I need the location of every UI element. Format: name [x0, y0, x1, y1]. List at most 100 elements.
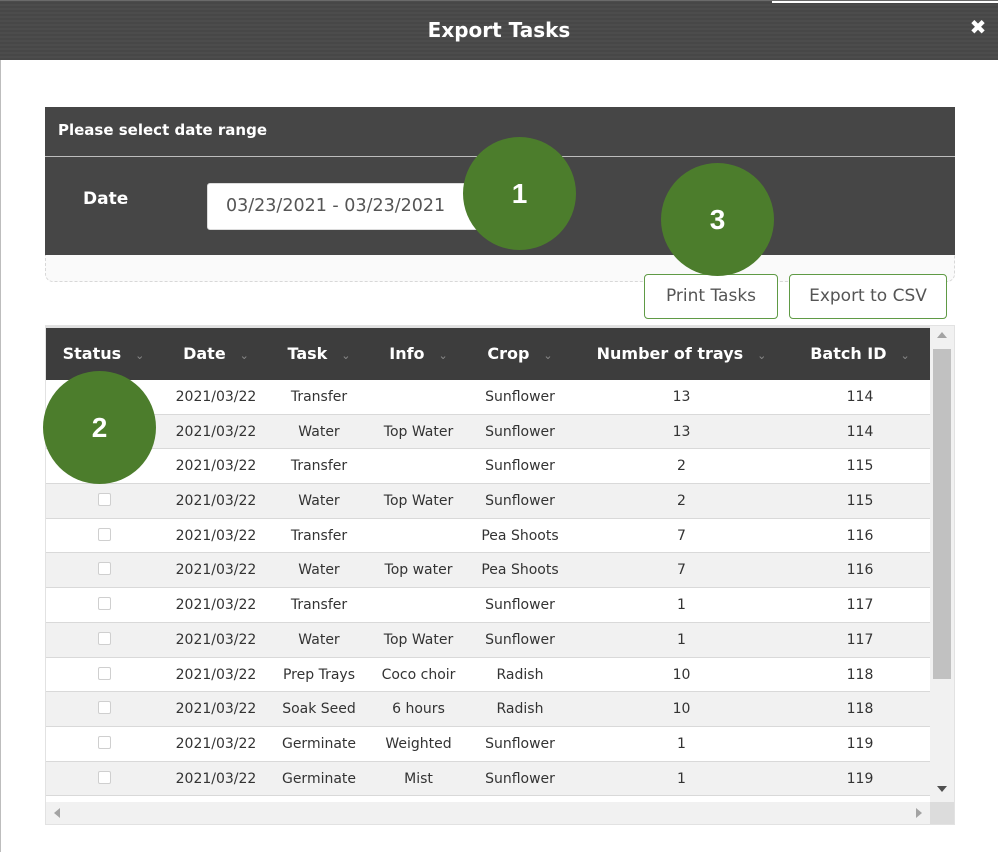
horizontal-scrollbar[interactable]	[46, 802, 930, 824]
date-cell: 2021/03/22	[175, 631, 257, 648]
batch-cell: 116	[846, 527, 874, 544]
date-cell: 2021/03/22	[175, 770, 257, 787]
info-cell: Coco choir	[381, 666, 456, 683]
task-cell: Water	[298, 562, 340, 579]
table-row: 2021/03/22 Germinate Weighted Sunflower …	[46, 727, 930, 762]
trays-cell: 13	[672, 423, 691, 440]
crop-cell: Sunflower	[485, 735, 555, 752]
table-row: 2021/03/22 Water Top Water Sunflower 1 1…	[46, 622, 930, 658]
batch-cell: 117	[846, 597, 874, 614]
print-tasks-button[interactable]: Print Tasks	[644, 274, 778, 319]
column-header-label: Batch ID	[810, 344, 887, 363]
titlebar-gap	[772, 1, 998, 3]
status-checkbox[interactable]	[98, 770, 111, 784]
chevron-down-icon[interactable]: ⌄	[543, 349, 552, 362]
scroll-thumb[interactable]	[933, 349, 951, 679]
column-header-date[interactable]: Date ⌄	[161, 328, 271, 380]
task-cell: Transfer	[290, 458, 348, 475]
scrollbar-corner	[930, 802, 954, 824]
date-cell: 2021/03/22	[175, 423, 257, 440]
date-cell: 2021/03/22	[175, 701, 257, 718]
step-marker-3: 3	[661, 163, 774, 276]
crop-cell: Sunflower	[485, 389, 555, 405]
status-checkbox[interactable]	[98, 493, 111, 507]
chevron-down-icon[interactable]: ⌄	[757, 349, 766, 362]
table-row: 2021/03/22 Prep Trays Coco choir Radish …	[46, 658, 930, 693]
chevron-down-icon[interactable]: ⌄	[901, 349, 910, 362]
trays-cell: 1	[677, 770, 686, 787]
info-cell	[367, 380, 470, 414]
crop-cell: Pea Shoots	[481, 527, 559, 544]
column-header-crop[interactable]: Crop ⌄	[470, 328, 570, 380]
step-marker-1: 1	[463, 137, 576, 250]
column-header-batch-id[interactable]: Batch ID ⌄	[793, 328, 927, 380]
trays-cell: 1	[677, 735, 686, 752]
tasks-grid: Status ⌄ Date ⌄ Task ⌄ Info ⌄ Crop ⌄ Number o…	[45, 325, 955, 825]
scroll-up-icon[interactable]	[937, 332, 947, 338]
column-header-info[interactable]: Info ⌄	[367, 328, 470, 380]
table-row: 2021/03/22 Transfer Pea Shoots 7 116	[46, 519, 930, 554]
chevron-down-icon[interactable]: ⌄	[135, 349, 144, 362]
scroll-left-icon[interactable]	[54, 808, 60, 818]
trays-cell: 10	[672, 666, 691, 683]
chevron-down-icon[interactable]: ⌄	[240, 349, 249, 362]
date-cell: 2021/03/22	[175, 735, 257, 752]
table-row: 2021/03/22 Germinate Mist Sunflower 1 11…	[46, 761, 930, 797]
scroll-down-icon[interactable]	[937, 786, 947, 792]
date-range-input[interactable]: 03/23/2021 - 03/23/2021	[207, 183, 507, 230]
info-cell: Top Water	[383, 631, 454, 648]
crop-cell: Sunflower	[485, 423, 555, 440]
status-checkbox[interactable]	[98, 666, 111, 680]
task-cell: Transfer	[290, 597, 348, 614]
trays-cell: 13	[672, 389, 691, 405]
trays-cell: 10	[672, 701, 691, 718]
status-checkbox[interactable]	[98, 631, 111, 645]
task-cell: Germinate	[281, 735, 357, 752]
batch-cell: 119	[846, 735, 874, 752]
column-header-label: Status	[62, 344, 122, 363]
column-header-number-of-trays[interactable]: Number of trays ⌄	[570, 328, 793, 380]
dialog-title: Export Tasks	[427, 18, 571, 42]
trays-cell: 7	[677, 562, 686, 579]
status-checkbox[interactable]	[98, 701, 111, 715]
chevron-down-icon[interactable]: ⌄	[439, 349, 448, 362]
column-header-label: Info	[389, 344, 425, 363]
crop-cell: Radish	[496, 666, 544, 683]
vertical-scrollbar[interactable]	[930, 326, 954, 802]
trays-cell: 7	[677, 527, 686, 544]
crop-cell: Sunflower	[485, 493, 555, 510]
task-cell: Soak Seed	[282, 701, 356, 718]
table-row: 2021/03/22 Water Top Water Sunflower 13 …	[46, 414, 930, 450]
info-cell: Weighted	[385, 735, 452, 752]
info-cell	[367, 519, 470, 553]
close-icon[interactable]: ✖	[968, 15, 988, 39]
status-checkbox[interactable]	[98, 562, 111, 576]
date-cell: 2021/03/22	[175, 666, 257, 683]
batch-cell: 115	[846, 458, 874, 475]
batch-cell: 119	[846, 770, 874, 787]
column-header-label: Date	[183, 344, 226, 363]
export-csv-button[interactable]: Export to CSV	[789, 274, 947, 319]
scroll-right-icon[interactable]	[916, 808, 922, 818]
trays-cell: 2	[677, 458, 686, 475]
status-checkbox[interactable]	[98, 597, 111, 611]
status-checkbox[interactable]	[98, 527, 111, 541]
chevron-down-icon[interactable]: ⌄	[341, 349, 350, 362]
batch-cell: 114	[846, 423, 874, 440]
info-cell: Top Water	[383, 423, 454, 440]
batch-cell: 117	[846, 631, 874, 648]
crop-cell: Sunflower	[485, 597, 555, 614]
table-row: 2021/03/22 Transfer Sunflower 13 114	[46, 380, 930, 415]
column-header-task[interactable]: Task ⌄	[271, 328, 367, 380]
table-row: 2021/03/22 Water Top Water Sunflower 2 1…	[46, 484, 930, 519]
task-cell: Prep Trays	[282, 666, 355, 683]
task-cell: Transfer	[290, 527, 348, 544]
info-cell	[367, 449, 470, 483]
info-cell: 6 hours	[392, 701, 445, 718]
batch-cell: 114	[846, 389, 874, 405]
date-cell: 2021/03/22	[175, 562, 257, 579]
date-cell: 2021/03/22	[175, 527, 257, 544]
status-checkbox[interactable]	[98, 735, 111, 749]
info-cell: Top Water	[383, 493, 454, 510]
info-cell: Mist	[404, 770, 433, 787]
